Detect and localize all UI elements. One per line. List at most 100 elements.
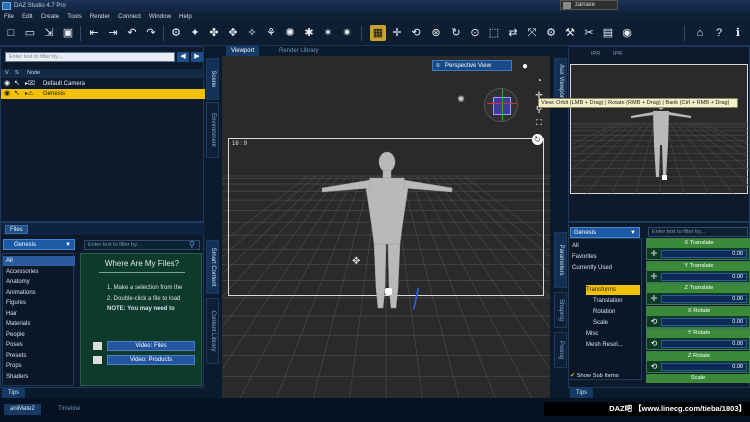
translate-icon[interactable]: ✛ (649, 272, 659, 282)
parameter-slider-group[interactable]: Y Rotate ⟲ 0.00 (646, 328, 750, 350)
category-item[interactable]: Props (3, 361, 75, 371)
show-sub-items-toggle[interactable]: ✔ Show Sub Items (570, 372, 642, 381)
node-selection-icon[interactable]: ✤ (206, 25, 222, 41)
camera-dropdown[interactable]: ≡ Perspective View (432, 60, 512, 71)
scene-forward-button[interactable]: ▶ (191, 52, 203, 62)
home-icon[interactable]: ⌂ (692, 25, 708, 41)
aux-tab[interactable]: IPR (591, 51, 605, 61)
category-item[interactable]: Poses (3, 340, 75, 350)
menu-edit[interactable]: Edit (18, 12, 37, 22)
figure-root-node[interactable] (385, 288, 392, 295)
category-item[interactable]: Materials (3, 319, 75, 329)
translate-icon[interactable]: ✛ (649, 249, 659, 259)
user-account-tab[interactable]: zarraxe (560, 0, 618, 10)
redo-icon[interactable]: ↷ (143, 25, 159, 41)
video-products-button[interactable]: Video: Products (107, 355, 195, 365)
translate-icon[interactable]: ✛ (649, 294, 659, 304)
tab-files[interactable]: Files (5, 225, 28, 234)
category-item[interactable]: Accessories (3, 267, 75, 277)
frame-view-icon[interactable]: ⛶ (532, 116, 546, 130)
parameter-slider-group[interactable]: X Translate ✛ 0.00 (646, 238, 750, 260)
tab-animate2[interactable]: aniMate2 (4, 404, 41, 415)
tab-timeline[interactable]: Timeline (52, 404, 86, 415)
menu-tools[interactable]: Tools (63, 12, 85, 22)
node-tool-icon[interactable]: ⚒ (562, 25, 578, 41)
tab-scene[interactable]: Scene (206, 58, 219, 100)
help-icon[interactable]: ? (711, 25, 727, 41)
parameter-slider-group[interactable]: Z Translate ✛ 0.00 (646, 283, 750, 305)
surface-selection-icon[interactable]: ✶ (320, 25, 336, 41)
visibility-eye-icon[interactable]: ◉ (4, 90, 12, 98)
pose-tool-icon[interactable]: ⚘ (263, 25, 279, 41)
parameter-tree-item[interactable]: Scale (593, 318, 640, 328)
screenshot-icon[interactable]: ◉ (619, 25, 635, 41)
morph-tool-icon[interactable]: ⊙ (467, 25, 483, 41)
undo-icon[interactable]: ↶ (124, 25, 140, 41)
menu-connect[interactable]: Connect (114, 12, 145, 22)
parameter-tree-item[interactable]: All (572, 241, 640, 251)
select-cursor-icon[interactable]: ↖ (14, 80, 22, 88)
rotate-icon[interactable]: ⟲ (649, 317, 659, 327)
spot-render-icon[interactable]: ✷ (339, 25, 355, 41)
camera-icon[interactable]: ▤ (600, 25, 616, 41)
parameter-value[interactable]: 0.00 (732, 250, 743, 259)
menu-window[interactable]: Window (145, 12, 175, 22)
open-file-icon[interactable]: ▭ (22, 25, 38, 41)
transform-icon[interactable]: ⤧ (524, 25, 540, 41)
category-item[interactable]: Hair (3, 309, 75, 319)
category-item[interactable]: People (3, 330, 75, 340)
parameter-tree-item[interactable]: Rotation (593, 307, 640, 317)
parameter-tree-item[interactable]: Mesh Resol... (586, 340, 640, 350)
menu-help[interactable]: Help (175, 12, 196, 22)
parameter-slider[interactable]: 0.00 (661, 295, 747, 303)
orbit-view-icon[interactable]: ◔ (532, 74, 546, 88)
save-icon[interactable]: ▣ (60, 25, 76, 41)
category-item[interactable]: Shaders (3, 372, 75, 382)
parameters-filter-input[interactable]: Enter text to filter by... (648, 227, 748, 237)
tips-tab-right[interactable]: Tips (570, 388, 594, 398)
content-filter-input[interactable]: Enter text to filter by... (84, 240, 200, 250)
parameter-tree-item[interactable]: Currently Used (572, 263, 640, 273)
orbit-tool-icon[interactable]: ↻ (448, 25, 464, 41)
parameter-value[interactable]: 0.00 (732, 363, 743, 372)
parameters-node-dropdown[interactable]: Genesis ▼ (570, 227, 640, 238)
parameter-slider[interactable]: 0.00 (661, 250, 747, 258)
category-item[interactable]: Figures (3, 298, 75, 308)
checkbox-icon[interactable]: ✔ (570, 373, 575, 379)
category-item[interactable]: Anatomy (3, 277, 75, 287)
parameter-tree-item[interactable]: Misc (586, 329, 640, 339)
visibility-eye-icon[interactable]: ◉ (4, 80, 12, 88)
view-cube[interactable] (484, 88, 518, 122)
tab-parameters[interactable]: Parameters (554, 232, 567, 288)
parameter-tree-item[interactable]: Translation (593, 296, 640, 306)
parameter-value[interactable]: 0.00 (732, 295, 743, 304)
scene-filter-input[interactable]: Enter text to filter by... (5, 52, 175, 62)
active-pose-icon[interactable]: ✧ (244, 25, 260, 41)
search-icon[interactable]: ⚲ (189, 240, 199, 250)
select-tool-icon[interactable]: ▦ (370, 25, 386, 41)
3d-viewport[interactable]: ≡ Perspective View ● ✺ ◔ ✛ ⚲ ⛶ ↻ 16 : 9 (222, 56, 550, 398)
merge-icon[interactable]: ⇲ (41, 25, 57, 41)
category-item[interactable]: Animations (3, 288, 75, 298)
aux-tab[interactable]: IPR (613, 51, 627, 61)
parameter-slider-group[interactable]: Y Translate ✛ 0.00 (646, 260, 750, 283)
category-item[interactable]: Presets (3, 351, 75, 361)
content-source-dropdown[interactable]: Genesis ▼ (3, 239, 75, 250)
col-node[interactable]: Node (27, 69, 40, 78)
scene-back-button[interactable]: ◀ (177, 52, 189, 62)
menu-create[interactable]: Create (37, 12, 64, 22)
menu-render[interactable]: Render (86, 12, 114, 22)
scene-node-row[interactable]: ◉ ↖ ▸⌧ Default Camera (1, 79, 205, 89)
rotate-icon[interactable]: ⟲ (649, 362, 659, 372)
parameter-slider[interactable]: 0.00 (661, 272, 747, 282)
geometry-editor-icon[interactable]: ⬚ (486, 25, 502, 41)
tab-shaping[interactable]: Shaping (554, 292, 567, 328)
render-icon[interactable]: ✦ (187, 25, 203, 41)
parameter-tree-item[interactable]: Transforms (586, 285, 640, 295)
parameter-slider-group[interactable]: X Rotate ⟲ 0.00 (646, 305, 750, 328)
region-nav-icon[interactable]: ⇄ (505, 25, 521, 41)
scene-node-row-selected[interactable]: ◉ ↖ ▸⚠ Genesis (1, 89, 205, 99)
tab-smart-content[interactable]: Smart Content (206, 240, 219, 294)
parameter-value[interactable]: 0.00 (732, 273, 743, 282)
new-scene-icon[interactable]: □ (3, 25, 19, 41)
